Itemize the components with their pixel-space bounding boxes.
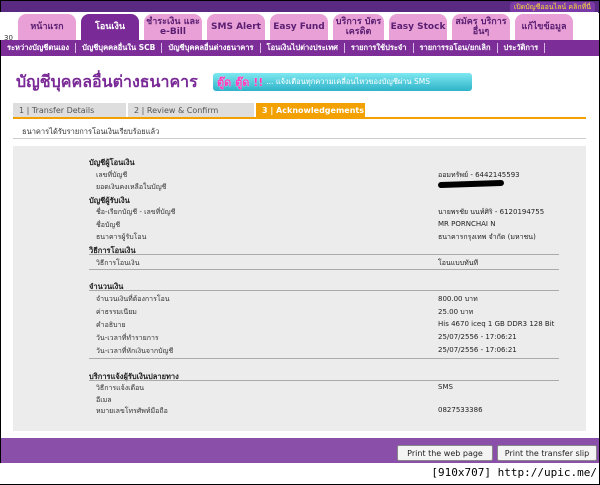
tab-other-services[interactable]: สมัคร บริการอื่นๆ (452, 14, 510, 40)
divider (13, 138, 586, 139)
transaction-date-label: วัน-เวลาที่ทำรายการ (96, 334, 159, 342)
from-account-label: เลขที่บัญชี (96, 171, 128, 179)
transfer-details-panel: บัญชีผู้โอนเงิน เลขที่บัญชี ออมทรัพย์ - … (13, 146, 586, 431)
sender-heading: บัญชีผู้โอนเงิน (89, 158, 135, 167)
main-tabs: หน้าแรก โอนเงิน ชำระเงิน และ e-Bill SMS … (0, 12, 598, 42)
debit-date-value: 25/07/2556 - 17:06:21 (438, 346, 517, 354)
method-value: โอนแบบทันที (438, 259, 479, 267)
debit-date-label: วัน-เวลาที่หักเงินจากบัญชี (96, 347, 174, 355)
tab-edit-info[interactable]: แก้ไขข้อมูล (515, 14, 573, 40)
subnav-scb-accounts[interactable]: บัญชีบุคคลอื่นใน SCB (76, 43, 163, 53)
sms-promo-banner[interactable]: ตู๊ด ตู๊ด !! ... แจ้งเตือนทุกความเคลื่อน… (213, 73, 472, 91)
tab-easy-fund[interactable]: Easy Fund (270, 14, 328, 40)
divider (89, 380, 559, 381)
print-page-button[interactable]: Print the web page (397, 445, 493, 461)
fee-label: ค่าธรรมเนียม (96, 308, 137, 316)
amount-label: จำนวนเงินที่ต้องการโอน (96, 295, 170, 303)
recipient-bank-value: ธนาคารกรุงเทพ จำกัด (มหาชน) (438, 233, 536, 241)
tab-sms-alert[interactable]: SMS Alert (207, 14, 265, 40)
tab-transfer[interactable]: โอนเงิน (81, 14, 139, 40)
from-account-value: ออมทรัพย์ - 6442145593 (438, 171, 520, 179)
notify-heading: บริการแจ้งผู้รับเงินปลายทาง (89, 372, 179, 381)
phone-value: 0827533386 (438, 406, 483, 414)
description-value: His 4670 iceq 1 GB DDR3 128 Bit (438, 320, 555, 328)
divider (89, 358, 559, 359)
divider (89, 269, 559, 270)
phone-label: หมายเลขโทรศัพท์มือถือ (96, 407, 168, 415)
amount-heading: จำนวนเงิน (89, 282, 124, 291)
recipient-account-name-value: MR PORNCHAI N (438, 220, 496, 228)
sub-navigation: ระหว่างบัญชีตนเอง บัญชีบุคคลอื่นใน SCB บ… (1, 40, 599, 56)
description-label: คำอธิบาย (96, 321, 126, 329)
balance-label: ยอดเงินคงเหลือในบัญชี (96, 183, 167, 191)
page-title: บัญชีบุคคลอื่นต่างธนาคาร (16, 72, 198, 91)
recipient-name-no-value: นายพรชัย นนท์ศิริ - 6120194755 (438, 208, 545, 216)
step-acknowledgements: 3 | Acknowledgements (256, 103, 365, 117)
amount-value: 800.00 บาท (438, 295, 478, 303)
method-label: วิธีการโอนเงิน (96, 259, 140, 267)
banner-text: ... แจ้งเตือนทุกความเคลื่อนไหวของบัญชีผ่… (266, 77, 431, 86)
banner-headline: ตู๊ด ตู๊ด !! (217, 76, 264, 89)
transaction-date-value: 25/07/2556 - 17:06:21 (438, 333, 517, 341)
step-transfer-details: 1 | Transfer Details (13, 103, 126, 117)
recipient-name-no-label: ชื่อ-เรียกบัญชี - เลขที่บัญชี (96, 208, 176, 216)
step-review-confirm: 2 | Review & Confirm (128, 103, 254, 117)
recipient-heading: บัญชีผู้รับเงิน (89, 196, 130, 205)
subnav-other-bank-accounts[interactable]: บัญชีบุคคลอื่นต่างธนาคาร (162, 43, 261, 53)
step-indicator: 1 | Transfer Details 2 | Review & Confir… (13, 103, 586, 119)
tab-easy-stock[interactable]: Easy Stock (389, 14, 447, 40)
tab-payment[interactable]: ชำระเงิน และ e-Bill (144, 14, 202, 40)
subnav-history[interactable]: ประวัติการ (498, 43, 546, 53)
step-underline (13, 117, 586, 119)
tab-home[interactable]: หน้าแรก (18, 14, 76, 40)
subnav-international[interactable]: โอนเงินไปต่างประเทศ (261, 43, 345, 53)
method-heading: วิธีการโอนเงิน (89, 246, 136, 255)
email-label: อีเมล (96, 396, 112, 404)
watermark-text: [910x707] http://upic.me/ (431, 466, 597, 479)
subnav-favorites[interactable]: รายการใช้ประจำ (345, 43, 414, 53)
divider (89, 290, 559, 291)
redacted-balance (437, 179, 505, 189)
subnav-pending[interactable]: รายการรอโอน/ยกเลิก (414, 43, 498, 53)
notify-method-label: วิธีการแจ้งเตือน (96, 384, 145, 392)
recipient-bank-label: ธนาคารผู้รับโอน (96, 233, 147, 241)
success-message: ธนาคารได้รับรายการโอนเงินเรียบร้อยแล้ว (22, 127, 160, 136)
print-slip-button[interactable]: Print the transfer slip (497, 445, 597, 461)
tab-credit-card[interactable]: บริการ บัตรเครดิต (333, 14, 384, 40)
recipient-account-name-label: ชื่อบัญชี (96, 221, 121, 229)
subnav-own-accounts[interactable]: ระหว่างบัญชีตนเอง (1, 43, 77, 53)
divider (89, 254, 559, 255)
notify-method-value: SMS (438, 383, 453, 391)
fee-value: 25.00 บาท (438, 308, 474, 316)
